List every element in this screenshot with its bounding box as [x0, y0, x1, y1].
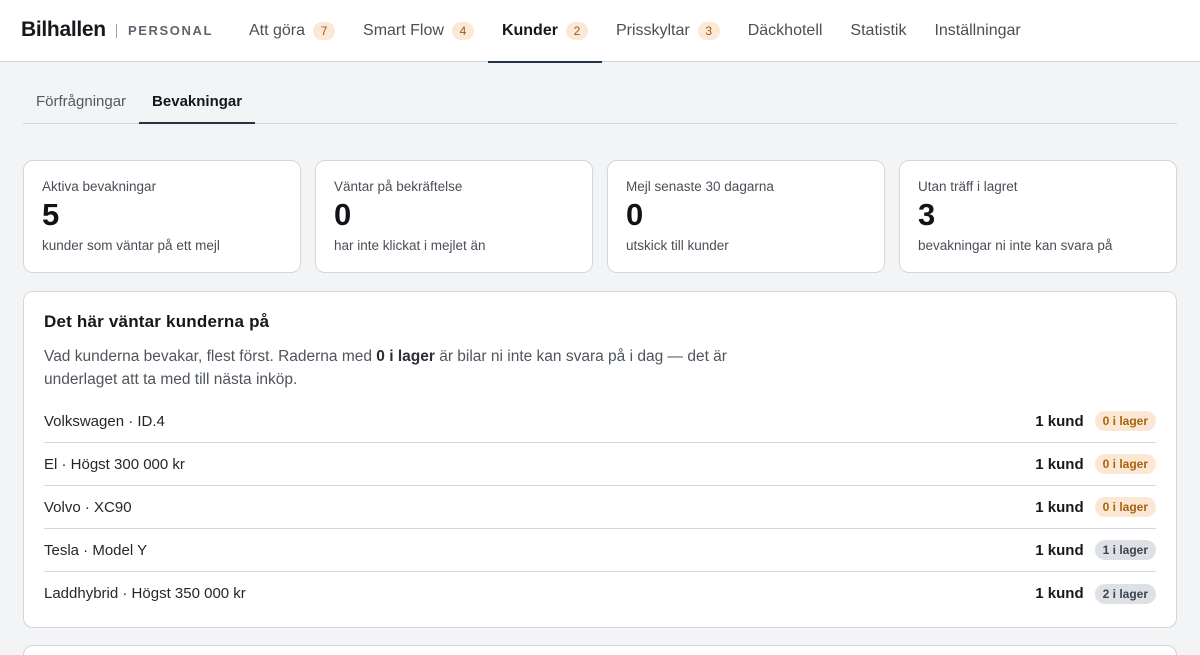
- sub-tabs: Förfrågningar Bevakningar: [23, 79, 1177, 124]
- nav-tab-label: Att göra: [249, 22, 306, 39]
- stat-label: Utan träff i lagret: [918, 179, 1018, 194]
- demand-row-count: 1 kund: [1035, 498, 1084, 516]
- demand-row[interactable]: Laddhybrid · Högst 350 000 kr 1 kund 2 i…: [44, 572, 1156, 615]
- nav-tab-att-gora[interactable]: Att göra 7: [235, 0, 349, 62]
- panel-description: Vad kunderna bevakar, flest först. Rader…: [44, 345, 764, 391]
- demand-row-count: 1 kund: [1035, 585, 1084, 602]
- demand-row-name: Volvo · XC90: [44, 498, 132, 516]
- demand-list: Volkswagen · ID.4 1 kund 0 i lager El · …: [44, 400, 1156, 615]
- stat-caption: utskick till kunder: [626, 238, 729, 253]
- stock-badge: 0 i lager: [1094, 497, 1156, 517]
- demand-row-count: 1 kund: [1035, 412, 1084, 430]
- main-nav: Att göra 7 Smart Flow 4 Kunder 2 Prissky…: [235, 0, 1035, 63]
- demand-row-count: 1 kund: [1035, 455, 1084, 473]
- stat-caption: kunder som väntar på ett mejl: [42, 238, 220, 253]
- nav-tab-dackhotell[interactable]: Däckhotell: [734, 0, 837, 62]
- stat-value: 0: [626, 197, 644, 232]
- nav-count-badge: 4: [451, 22, 474, 40]
- demand-row[interactable]: Volkswagen · ID.4 1 kund 0 i lager: [44, 400, 1156, 443]
- stat-value: 5: [42, 197, 60, 232]
- nav-tab-kunder[interactable]: Kunder 2: [487, 0, 602, 63]
- demand-row-count: 1 kund: [1035, 541, 1084, 559]
- nav-tab-installningar[interactable]: Inställningar: [920, 0, 1034, 62]
- nav-tab-label: Prisskyltar: [615, 22, 690, 39]
- demand-row-name: Volkswagen · ID.4: [44, 412, 165, 430]
- demand-row[interactable]: Volvo · XC90 1 kund 0 i lager: [44, 486, 1156, 529]
- nav-tab-label: Däckhotell: [747, 22, 823, 39]
- nav-count-badge: 7: [313, 22, 336, 40]
- nav-tab-prisskyltar[interactable]: Prisskyltar 3: [602, 0, 734, 62]
- stat-value: 3: [918, 197, 936, 232]
- nav-count-badge: 3: [697, 22, 720, 40]
- stat-label: Väntar på bekräftelse: [334, 179, 463, 194]
- stock-badge: 1 i lager: [1094, 540, 1156, 560]
- brand-divider: [116, 24, 117, 38]
- description-text: Vad kunderna bevakar, flest först. Rader…: [44, 348, 377, 365]
- stat-card-no-stock-match: Utan träff i lagret 3 bevakningar ni int…: [899, 160, 1177, 273]
- stat-caption: har inte klickat i mejlet än: [334, 238, 486, 253]
- demand-row-name: Tesla · Model Y: [44, 541, 148, 559]
- stock-badge: 0 i lager: [1094, 454, 1156, 474]
- demand-row-name: Laddhybrid · Högst 350 000 kr: [44, 585, 246, 602]
- stat-value: 0: [334, 197, 352, 232]
- nav-tab-label: Smart Flow: [363, 22, 444, 39]
- stat-label: Aktiva bevakningar: [42, 179, 157, 194]
- subtab-forfragningar[interactable]: Förfrågningar: [23, 79, 139, 123]
- top-bar: Bilhallen PERSONAL Att göra 7 Smart Flow…: [0, 0, 1200, 63]
- nav-tab-smart-flow[interactable]: Smart Flow 4: [349, 0, 488, 62]
- demand-row-name: El · Högst 300 000 kr: [44, 455, 185, 473]
- stat-label: Mejl senaste 30 dagarna: [626, 179, 774, 194]
- subtab-bevakningar[interactable]: Bevakningar: [139, 79, 256, 124]
- nav-tab-statistik[interactable]: Statistik: [836, 0, 920, 62]
- next-panel: [23, 645, 1177, 655]
- stat-card-emails-30-days: Mejl senaste 30 dagarna 0 utskick till k…: [607, 160, 885, 273]
- nav-tab-label: Kunder: [501, 22, 558, 39]
- stat-caption: bevakningar ni inte kan svara på: [918, 238, 1113, 253]
- nav-tab-label: Statistik: [850, 22, 907, 39]
- stats-row: Aktiva bevakningar 5 kunder som väntar p…: [23, 160, 1177, 273]
- brand-name[interactable]: Bilhallen: [21, 18, 106, 42]
- stat-card-active-watches: Aktiva bevakningar 5 kunder som väntar p…: [23, 160, 301, 273]
- panel-title: Det här väntar kunderna på: [44, 312, 270, 331]
- nav-tab-label: Inställningar: [934, 22, 1021, 39]
- stock-badge: 0 i lager: [1094, 411, 1156, 431]
- stat-card-pending-confirmation: Väntar på bekräftelse 0 har inte klickat…: [315, 160, 593, 273]
- nav-count-badge: 2: [565, 22, 588, 40]
- brand-tagline: PERSONAL: [128, 23, 214, 38]
- demand-row[interactable]: Tesla · Model Y 1 kund 1 i lager: [44, 529, 1156, 572]
- description-highlight: 0 i lager: [376, 348, 435, 365]
- demand-row[interactable]: El · Högst 300 000 kr 1 kund 0 i lager: [44, 443, 1156, 486]
- customer-demand-panel: Det här väntar kunderna på Vad kunderna …: [23, 291, 1177, 628]
- stock-badge: 2 i lager: [1094, 583, 1156, 604]
